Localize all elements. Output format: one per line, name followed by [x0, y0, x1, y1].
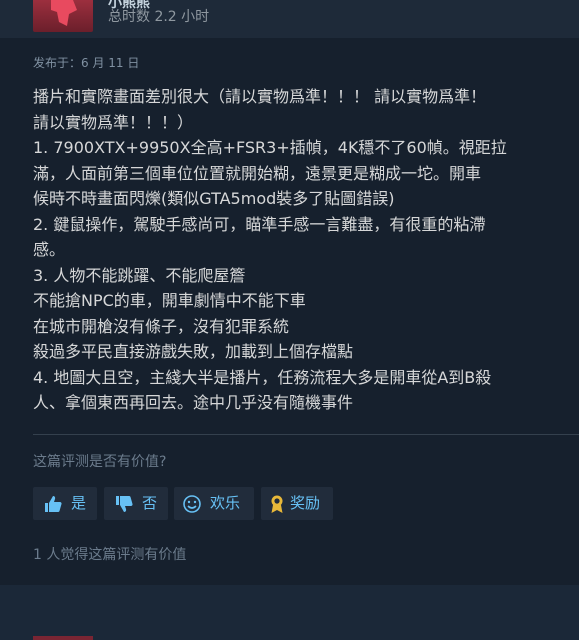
thumbs-down-icon: [51, 0, 77, 26]
helpful-question: 这篇评测是否有价值?: [33, 454, 167, 470]
posted-date: 发布于：6 月 11 日: [33, 56, 140, 70]
award-button[interactable]: 奖励: [261, 487, 333, 520]
review-line: 候時不時畫面閃爍(類似GTA5mod裝多了貼圖錯誤): [33, 189, 395, 208]
smiley-icon: [183, 495, 201, 513]
review-line: 在城市開槍沒有條子，沒有犯罪系統: [33, 316, 290, 336]
thumbs-down-icon: [116, 496, 133, 512]
review-line: 滿，人面前第三個車位位置就開始糊，遠景更是糊成一坨。開車: [33, 163, 482, 183]
divider: [33, 434, 579, 435]
review-line: 1. 7900XTX+9950X全高+FSR3+插幀，4K穩不了60幀。視距拉: [33, 138, 507, 157]
review-line: 4. 地圖大且空，主綫大半是播片，任務流程大多是開車從A到B殺: [33, 367, 492, 387]
thumbs-up-icon: [45, 496, 62, 512]
review-line: 感。: [33, 240, 66, 259]
helpful-count: 1 人觉得这篇评测有价值: [33, 547, 187, 563]
next-review-avatar: [33, 636, 93, 640]
award-ribbon-icon: [271, 495, 283, 513]
vote-funny-label: 欢乐: [210, 494, 241, 512]
vote-yes-button[interactable]: 是: [33, 487, 97, 520]
playtime-hours: 总时数 2.2 小时: [108, 9, 210, 25]
review-line: 播片和實際畫面差別很大（請以實物爲準！！！ 請以實物爲準！: [33, 87, 487, 106]
award-label: 奖励: [290, 494, 321, 512]
review-line: 不能搶NPC的車，開車劇情中不能下車: [33, 291, 306, 310]
vote-no-button[interactable]: 否: [104, 487, 168, 520]
review-line: 人、拿個東西再回去。途中几乎没有隨機事件: [33, 393, 354, 412]
review-line: 殺過多平民直接游戲失敗，加載到上個存檔點: [33, 342, 354, 361]
review-line: 請以實物爲準！！！）: [33, 112, 194, 132]
avatar[interactable]: [33, 0, 93, 32]
review-line: 3. 人物不能跳躍、不能爬屋簷: [33, 265, 246, 285]
review-card: 小熊熊 总时数 2.2 小时 发布于：6 月 11 日 播片和實際畫面差別很大（…: [0, 0, 579, 585]
vote-yes-label: 是: [71, 494, 87, 512]
vote-funny-button[interactable]: 欢乐: [174, 487, 254, 520]
vote-no-label: 否: [142, 494, 158, 512]
review-text: 播片和實際畫面差別很大（請以實物爲準！！！ 請以實物爲準！ 請以實物爲準！！！）…: [33, 84, 579, 416]
review-line: 2. 鍵鼠操作，駕駛手感尚可，瞄準手感一言難盡，有很重的粘滯: [33, 214, 486, 234]
